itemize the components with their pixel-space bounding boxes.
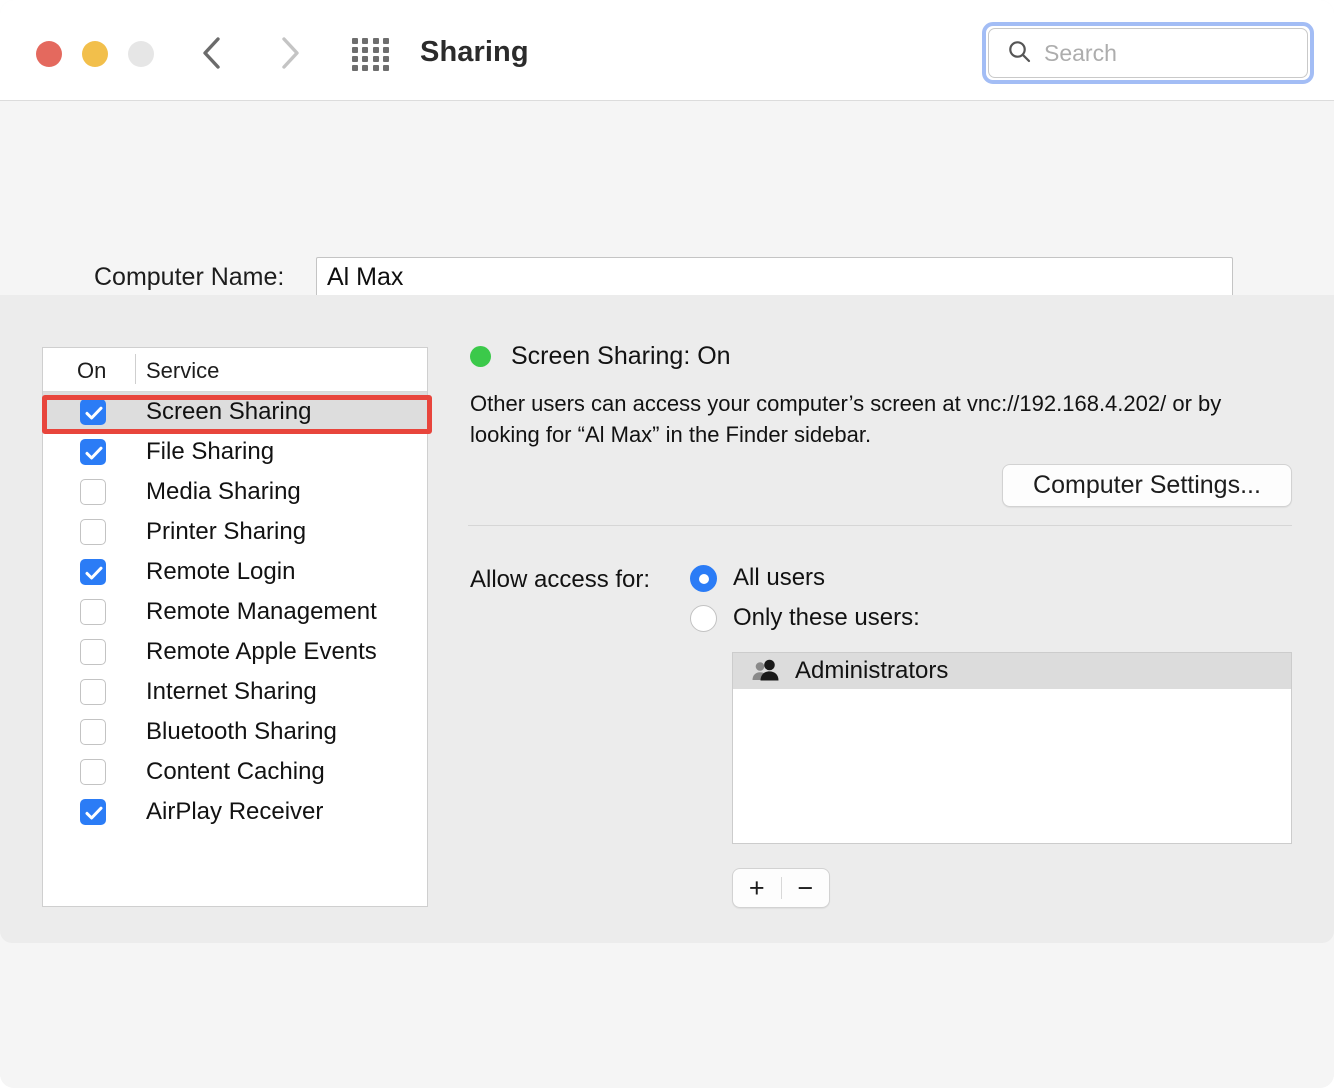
service-label: Screen Sharing bbox=[146, 398, 311, 426]
radio-all-users[interactable] bbox=[690, 565, 717, 592]
service-checkbox[interactable] bbox=[80, 599, 106, 625]
service-label: Internet Sharing bbox=[146, 678, 317, 706]
minimize-button[interactable] bbox=[82, 41, 108, 67]
search-placeholder: Search bbox=[1044, 40, 1117, 67]
service-checkbox[interactable] bbox=[80, 479, 106, 505]
add-remove-user-controls: + − bbox=[732, 868, 830, 908]
service-label: Content Caching bbox=[146, 758, 325, 786]
services-rows-container: Screen Sharing File Sharing Media Sharing P… bbox=[43, 392, 427, 832]
services-list: On Service Screen Sharing File Sharing Med… bbox=[42, 347, 428, 907]
service-row-content-caching[interactable]: Content Caching bbox=[43, 752, 427, 792]
user-name: Administrators bbox=[795, 657, 948, 685]
allowed-users-list[interactable]: Administrators bbox=[732, 652, 1292, 844]
back-button[interactable] bbox=[192, 30, 236, 76]
close-button[interactable] bbox=[36, 41, 62, 67]
service-description: Other users can access your computer’s s… bbox=[470, 388, 1288, 450]
forward-button bbox=[268, 30, 312, 76]
zoom-button bbox=[128, 41, 154, 67]
service-label: Remote Login bbox=[146, 558, 295, 586]
page-title: Sharing bbox=[420, 36, 529, 69]
computer-name-input[interactable]: Al Max bbox=[316, 257, 1233, 298]
service-row-printer-sharing[interactable]: Printer Sharing bbox=[43, 512, 427, 552]
service-row-media-sharing[interactable]: Media Sharing bbox=[43, 472, 427, 512]
services-list-header: On Service bbox=[43, 348, 427, 392]
service-row-remote-management[interactable]: Remote Management bbox=[43, 592, 427, 632]
service-checkbox[interactable] bbox=[80, 719, 106, 745]
service-checkbox[interactable] bbox=[80, 679, 106, 705]
radio-all-users-label: All users bbox=[733, 564, 825, 592]
service-label: Media Sharing bbox=[146, 478, 301, 506]
service-row-screen-sharing[interactable]: Screen Sharing bbox=[43, 392, 427, 432]
window-footer: ? bbox=[0, 943, 1334, 1088]
status-label: Screen Sharing: On bbox=[511, 342, 731, 371]
search-field-inner[interactable]: Search bbox=[988, 28, 1308, 78]
section-divider bbox=[468, 525, 1292, 526]
service-label: Remote Apple Events bbox=[146, 638, 377, 666]
radio-only-these-users-label: Only these users: bbox=[733, 604, 920, 632]
service-checkbox[interactable] bbox=[80, 439, 106, 465]
service-checkbox[interactable] bbox=[80, 399, 106, 425]
radio-option-only-these-users[interactable]: Only these users: bbox=[690, 604, 920, 632]
search-field[interactable]: Search bbox=[982, 22, 1314, 84]
status-indicator-dot bbox=[470, 346, 491, 367]
show-all-grid-icon[interactable] bbox=[352, 38, 390, 68]
radio-only-these-users[interactable] bbox=[690, 605, 717, 632]
column-header-on: On bbox=[77, 358, 106, 384]
column-header-service: Service bbox=[146, 358, 219, 384]
service-row-file-sharing[interactable]: File Sharing bbox=[43, 432, 427, 472]
service-row-remote-apple-events[interactable]: Remote Apple Events bbox=[43, 632, 427, 672]
service-label: Remote Management bbox=[146, 598, 377, 626]
service-label: File Sharing bbox=[146, 438, 274, 466]
computer-settings-button[interactable]: Computer Settings... bbox=[1002, 464, 1292, 507]
group-icon bbox=[751, 659, 781, 683]
service-checkbox[interactable] bbox=[80, 519, 106, 545]
service-checkbox[interactable] bbox=[80, 799, 106, 825]
column-divider bbox=[135, 354, 136, 384]
computer-name-section: Computer Name: Al Max Computers on your … bbox=[0, 101, 1334, 295]
service-row-remote-login[interactable]: Remote Login bbox=[43, 552, 427, 592]
allow-access-label: Allow access for: bbox=[470, 566, 650, 594]
system-preferences-window: Sharing Search Computer Name: Al Max Com… bbox=[0, 0, 1334, 1088]
add-user-button[interactable]: + bbox=[733, 869, 781, 907]
service-label: Printer Sharing bbox=[146, 518, 306, 546]
service-checkbox[interactable] bbox=[80, 639, 106, 665]
service-status: Screen Sharing: On bbox=[470, 342, 731, 371]
service-row-internet-sharing[interactable]: Internet Sharing bbox=[43, 672, 427, 712]
service-label: AirPlay Receiver bbox=[146, 798, 323, 826]
service-row-airplay-receiver[interactable]: AirPlay Receiver bbox=[43, 792, 427, 832]
list-item[interactable]: Administrators bbox=[733, 653, 1291, 689]
radio-option-all-users[interactable]: All users bbox=[690, 564, 825, 592]
traffic-light-controls bbox=[36, 41, 154, 67]
service-checkbox[interactable] bbox=[80, 559, 106, 585]
service-label: Bluetooth Sharing bbox=[146, 718, 337, 746]
service-checkbox[interactable] bbox=[80, 759, 106, 785]
search-icon bbox=[1007, 39, 1032, 69]
remove-user-button[interactable]: − bbox=[782, 869, 830, 907]
computer-name-label: Computer Name: bbox=[94, 263, 284, 292]
service-row-bluetooth-sharing[interactable]: Bluetooth Sharing bbox=[43, 712, 427, 752]
window-toolbar: Sharing Search bbox=[0, 0, 1334, 101]
